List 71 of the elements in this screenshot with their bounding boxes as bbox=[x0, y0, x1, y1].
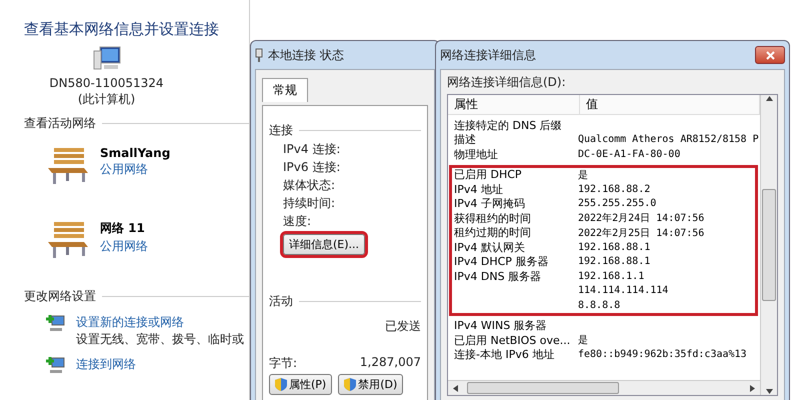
scroll-down-icon[interactable] bbox=[766, 388, 772, 395]
property-cell: IPv4 默认网关 bbox=[454, 240, 525, 254]
property-cell: 租约过期的时间 bbox=[454, 226, 531, 240]
property-cell: IPv4 WINS 服务器 bbox=[454, 319, 547, 332]
column-header[interactable]: 属性 bbox=[448, 95, 580, 114]
section-heading: 连接 bbox=[269, 122, 293, 139]
section-heading: 更改网络设置 bbox=[24, 288, 96, 305]
scroll-right-icon[interactable] bbox=[749, 384, 756, 392]
bytes-label: 字节: bbox=[269, 355, 298, 372]
list-label: 网络连接详细信息(D): bbox=[447, 74, 567, 90]
dialog-button[interactable]: 禁用(D) bbox=[338, 374, 404, 395]
scroll-up-icon[interactable] bbox=[766, 95, 772, 102]
value-cell: 192.168.88.1 bbox=[578, 256, 650, 268]
settings-description: 设置无线、宽带、拨号、临时或 bbox=[76, 331, 244, 347]
dialog-title: 本地连接 状态 bbox=[268, 46, 344, 64]
value-cell: 2022年2月24日 14:07:56 bbox=[578, 213, 704, 224]
property-cell: 已启用 NetBIOS ove... bbox=[454, 334, 570, 347]
property-cell: IPv4 DHCP 服务器 bbox=[454, 255, 548, 268]
details-button[interactable]: 详细信息(E)... bbox=[283, 234, 366, 255]
property-cell: 连接-本地 IPv6 地址 bbox=[454, 348, 554, 362]
network-name: 网络 11 bbox=[100, 220, 146, 237]
settings-link[interactable]: 连接到网络 bbox=[76, 355, 136, 373]
dialog-title: 网络连接详细信息 bbox=[440, 46, 536, 64]
value-cell: 192.168.1.1 bbox=[578, 270, 644, 282]
value-cell: 114.114.114.114 bbox=[578, 285, 668, 296]
value-cell: 2022年2月25日 14:07:56 bbox=[578, 228, 704, 239]
field-label: IPv4 连接: bbox=[282, 141, 342, 157]
value-cell: 是 bbox=[578, 335, 588, 346]
property-cell: IPv4 子网掩码 bbox=[454, 197, 525, 210]
close-icon bbox=[766, 50, 774, 60]
sent-label: 已发送 bbox=[385, 318, 421, 335]
network-setup-icon bbox=[44, 313, 66, 333]
settings-link[interactable]: 设置新的连接或网络 bbox=[76, 313, 244, 331]
property-cell: 获得租约的时间 bbox=[454, 212, 531, 225]
computer-name: DN580-110051324 bbox=[49, 75, 164, 91]
close-button[interactable] bbox=[755, 46, 785, 64]
page-title: 查看基本网络信息并设置连接 bbox=[24, 20, 220, 39]
section-heading: 查看活动网络 bbox=[24, 115, 96, 132]
scrollbar-thumb[interactable] bbox=[762, 189, 776, 301]
field-label: IPv6 连接: bbox=[282, 159, 342, 175]
value-cell: fe80::b949:962b:35fd:c3aa%13 bbox=[578, 349, 747, 360]
value-cell: 192.168.88.1 bbox=[578, 242, 650, 253]
value-cell: 192.168.88.2 bbox=[578, 184, 650, 195]
property-cell: 描述 bbox=[454, 133, 476, 146]
property-cell: IPv4 DNS 服务器 bbox=[454, 270, 542, 283]
network-setup-icon bbox=[44, 355, 66, 375]
value-cell: DC-0E-A1-FA-80-00 bbox=[578, 148, 680, 160]
network-type-link[interactable]: 公用网络 bbox=[100, 237, 148, 255]
value-cell: 255.255.255.0 bbox=[578, 198, 656, 210]
shield-icon bbox=[344, 378, 356, 391]
network-type-link[interactable]: 公用网络 bbox=[100, 160, 170, 178]
field-label: 速度: bbox=[282, 213, 312, 229]
tab[interactable]: 常规 bbox=[262, 78, 308, 102]
scroll-left-icon[interactable] bbox=[452, 384, 459, 392]
value-cell: 8.8.8.8 bbox=[578, 300, 620, 311]
network-name: SmallYang bbox=[100, 146, 170, 160]
section-heading: 活动 bbox=[269, 293, 293, 310]
field-label: 媒体状态: bbox=[282, 177, 336, 193]
dialog-button[interactable]: 属性(P) bbox=[269, 374, 332, 395]
connection-icon bbox=[255, 48, 263, 62]
scrollbar-thumb[interactable] bbox=[467, 382, 619, 394]
property-cell: 物理地址 bbox=[454, 148, 498, 161]
field-label: 持续时间: bbox=[282, 195, 336, 211]
shield-icon bbox=[275, 378, 287, 391]
property-cell: 已启用 DHCP bbox=[454, 168, 522, 182]
value-cell: Qualcomm Atheros AR8152/8158 P bbox=[578, 134, 759, 146]
computer-note: (此计算机) bbox=[78, 91, 136, 107]
property-cell: IPv4 地址 bbox=[454, 182, 503, 196]
property-cell: 连接特定的 DNS 后缀 bbox=[454, 118, 562, 132]
value-cell: 是 bbox=[578, 170, 588, 181]
bytes-value: 1,287,007 bbox=[360, 355, 421, 371]
